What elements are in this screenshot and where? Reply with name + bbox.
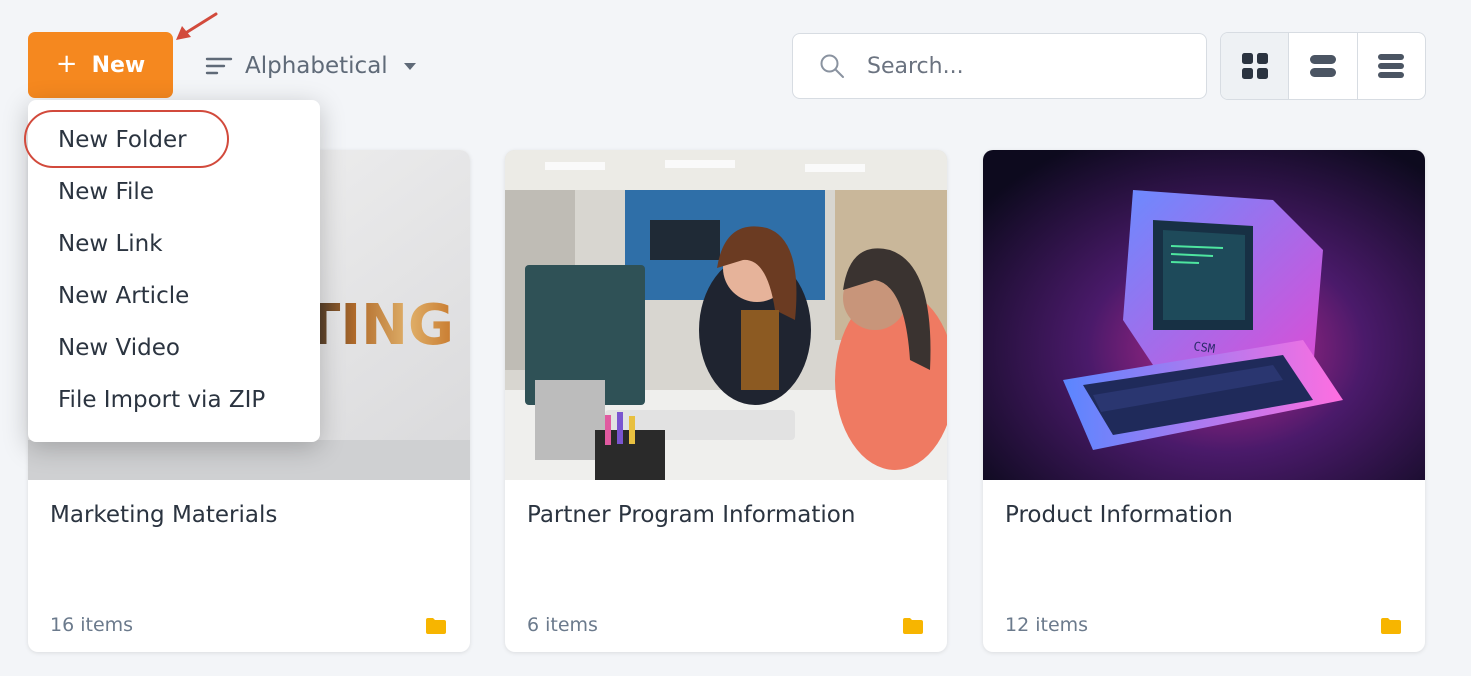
sort-dropdown[interactable]: Alphabetical [205, 44, 416, 88]
menu-item-new-link[interactable]: New Link [28, 218, 320, 270]
new-dropdown-menu: New Folder New File New Link New Article… [28, 100, 320, 442]
list-view-icon [1309, 55, 1336, 77]
compact-list-view-button[interactable] [1356, 33, 1425, 99]
view-toggle [1220, 32, 1426, 100]
menu-item-new-file[interactable]: New File [28, 166, 320, 218]
folder-icon [1381, 618, 1401, 634]
sort-label: Alphabetical [245, 53, 388, 79]
new-button-label: New [91, 52, 146, 78]
folder-title: Marketing Materials [50, 502, 278, 528]
menu-item-new-folder[interactable]: New Folder [28, 114, 320, 166]
new-button[interactable]: + New [28, 32, 173, 98]
marketing-thumbnail-text: TING [302, 293, 454, 358]
folder-title: Product Information [1005, 502, 1233, 528]
grid-view-icon [1241, 53, 1268, 79]
folder-thumbnail: CSM [983, 150, 1425, 480]
annotation-arrow [176, 12, 218, 40]
folder-card-partner-program-information[interactable]: Partner Program Information 6 items [505, 150, 947, 652]
sort-icon [205, 57, 233, 75]
folder-title: Partner Program Information [527, 502, 856, 528]
search-icon [820, 54, 844, 78]
folder-item-count: 12 items [1005, 614, 1089, 636]
folder-thumbnail [505, 150, 947, 480]
grid-view-button[interactable] [1221, 33, 1289, 99]
menu-item-file-import-zip[interactable]: File Import via ZIP [28, 374, 320, 426]
folder-card-product-information[interactable]: CSM Product Information 12 items [983, 150, 1425, 652]
list-view-button[interactable] [1288, 33, 1356, 99]
search-input[interactable] [867, 53, 1167, 79]
plus-icon: + [55, 49, 78, 79]
menu-item-new-video[interactable]: New Video [28, 322, 320, 374]
search-box[interactable] [792, 33, 1207, 99]
folder-item-count: 16 items [50, 614, 134, 636]
computer-label-text: CSM [1193, 339, 1216, 356]
compact-list-view-icon [1378, 54, 1405, 78]
folder-item-count: 6 items [527, 614, 598, 636]
folder-icon [426, 618, 446, 634]
menu-item-new-article[interactable]: New Article [28, 270, 320, 322]
caret-down-icon [403, 62, 416, 70]
folder-icon [903, 618, 923, 634]
